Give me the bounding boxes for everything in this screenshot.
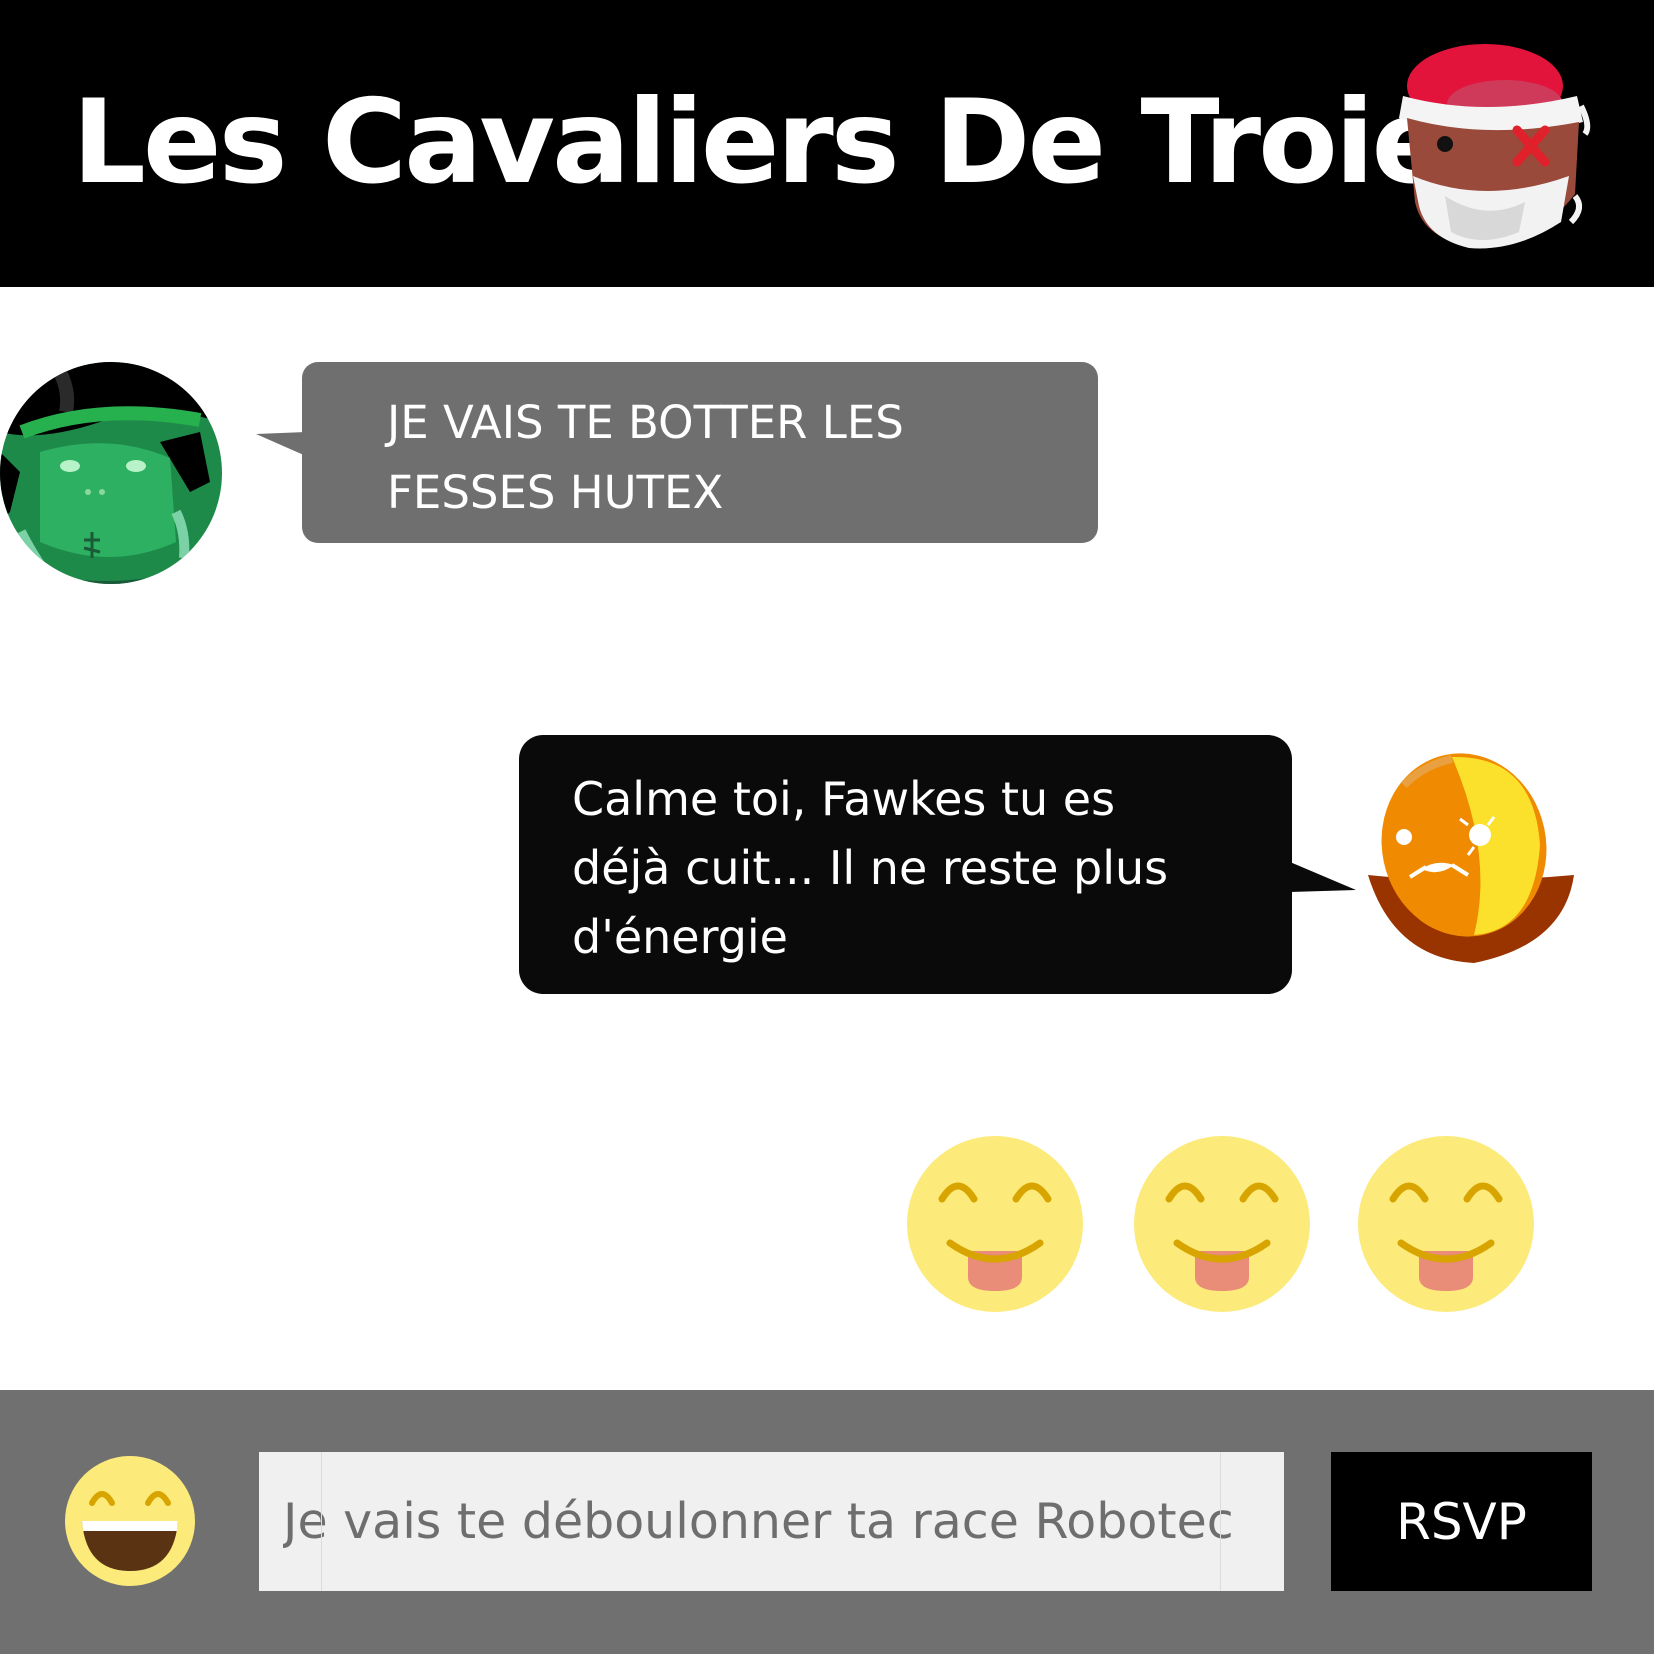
- chat-title: Les Cavaliers De Troie: [72, 75, 1450, 210]
- chat-screen: Les Cavaliers De Troie JE VAIS TE BOTTER…: [0, 0, 1654, 1654]
- tongue-emoji-icon[interactable]: [1133, 1135, 1311, 1313]
- orange-character-avatar-icon[interactable]: [1364, 745, 1578, 967]
- message-bubble-right: Calme toi, Fawkes tu es déjà cuit... Il …: [519, 735, 1292, 994]
- message-line: FESSES HUTEX: [387, 466, 724, 519]
- green-character-avatar-icon[interactable]: [0, 362, 222, 584]
- message-line: déjà cuit... Il ne reste plus: [572, 841, 1169, 895]
- input-divider: [1220, 1452, 1221, 1591]
- message-line: JE VAIS TE BOTTER LES: [387, 396, 904, 449]
- message-line: d'énergie: [572, 910, 788, 964]
- message-line: Calme toi, Fawkes tu es: [572, 772, 1116, 826]
- message-bubble-left: JE VAIS TE BOTTER LES FESSES HUTEX: [302, 362, 1098, 543]
- bubble-tail-right: [1290, 862, 1356, 892]
- message-input[interactable]: [259, 1452, 1284, 1591]
- tongue-emoji-icon[interactable]: [1357, 1135, 1535, 1313]
- red-helmet-avatar-icon[interactable]: [1385, 26, 1615, 256]
- chat-header: Les Cavaliers De Troie: [0, 0, 1654, 287]
- rsvp-button[interactable]: RSVP: [1331, 1452, 1592, 1591]
- tongue-emoji-icon[interactable]: [906, 1135, 1084, 1313]
- input-divider: [321, 1452, 322, 1591]
- grinning-emoji-icon[interactable]: [64, 1455, 196, 1587]
- bubble-tail-left: [256, 432, 306, 456]
